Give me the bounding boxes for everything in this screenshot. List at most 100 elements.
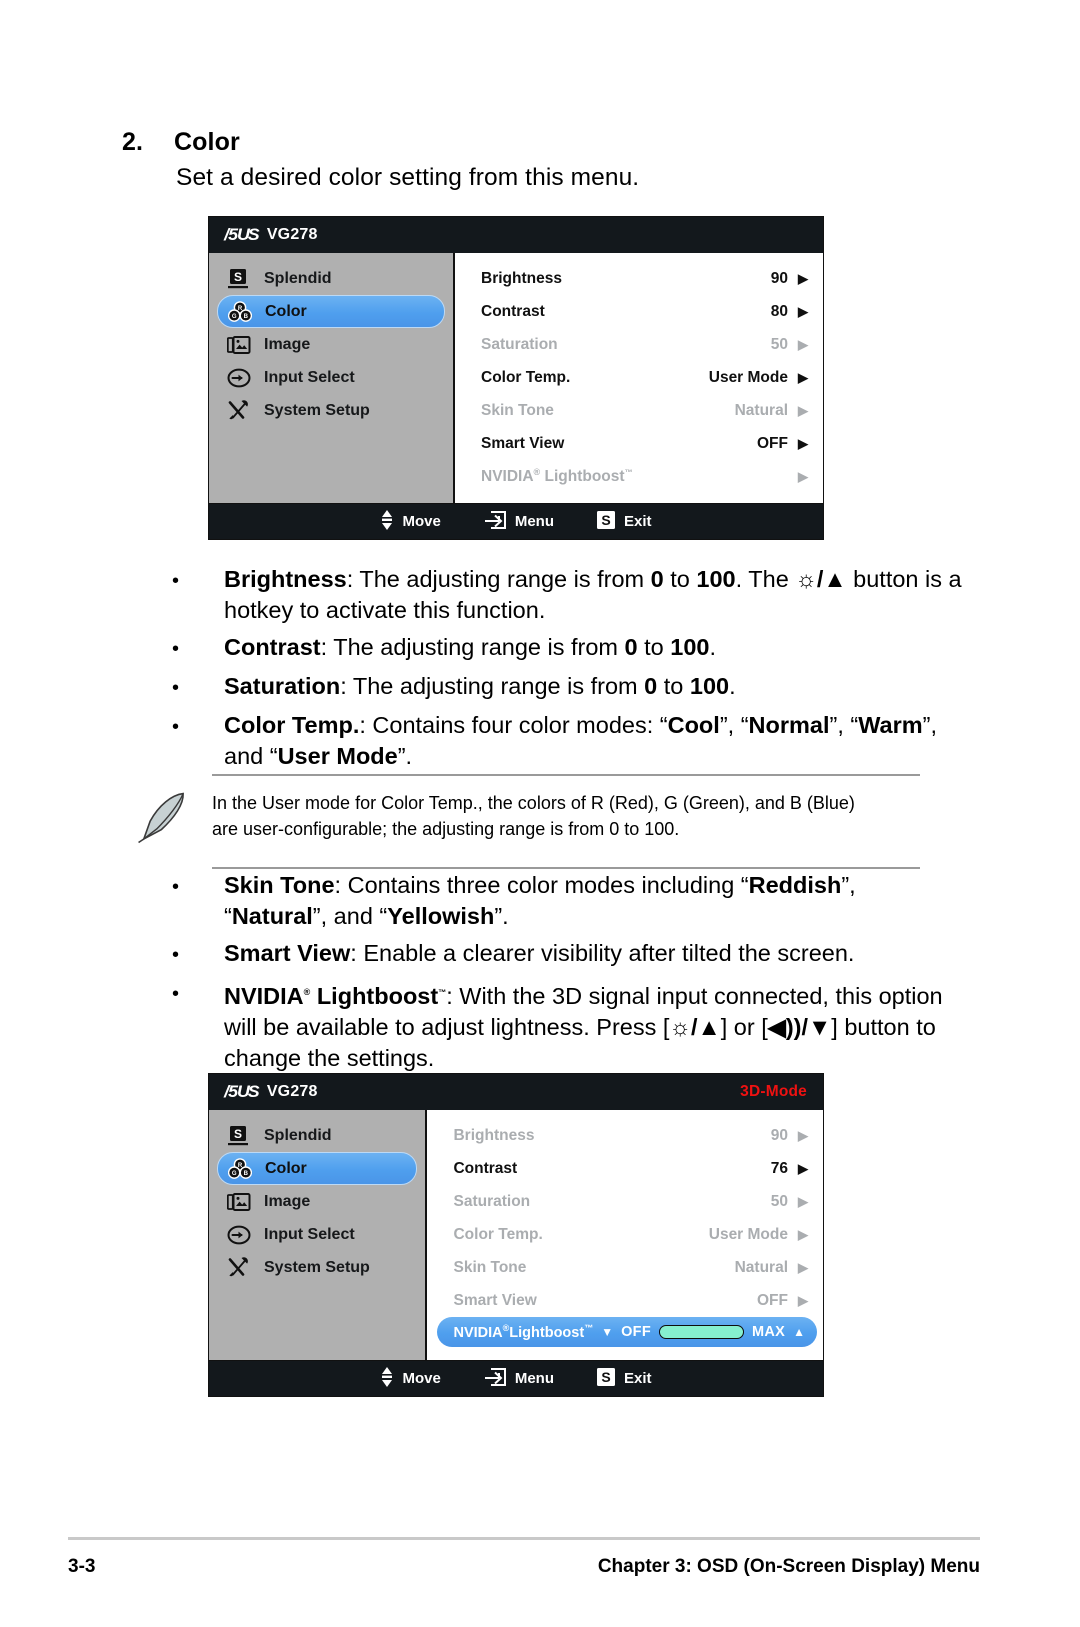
sidebar-item-image[interactable]: Image: [217, 328, 445, 361]
chevron-right-icon[interactable]: ▶: [797, 371, 809, 384]
setting-value: OFF: [757, 434, 788, 452]
setting-value: 50: [770, 335, 788, 353]
sidebar-item-input-select[interactable]: Input Select: [217, 1218, 417, 1251]
note-bottom-rule: [212, 867, 920, 869]
bullet-point-icon: •: [172, 716, 180, 738]
osd-settings-panel-2: Brightness 90 ▶ Contrast 76 ▶ Saturation 50 ▶ Col…: [427, 1110, 823, 1360]
asus-logo-icon: /5US: [224, 1082, 259, 1101]
section-heading: 2. Color: [122, 128, 240, 157]
setting-row-skin-tone[interactable]: Skin Tone Natural ▶: [427, 1251, 823, 1284]
svg-text:S: S: [601, 1369, 610, 1385]
lightboost-slider[interactable]: [658, 1325, 744, 1339]
input-select-icon: [225, 367, 253, 389]
setting-row-nvidia-lightboost[interactable]: NVIDIA® Lightboost™ ▶: [455, 460, 823, 493]
manual-page: 2. Color Set a desired color setting fro…: [0, 0, 1080, 1627]
sidebar-item-image[interactable]: Image: [217, 1185, 417, 1218]
setting-row-brightness[interactable]: Brightness 90 ▶: [427, 1119, 823, 1152]
chevron-right-icon[interactable]: ▶: [797, 1294, 809, 1307]
chevron-right-icon[interactable]: ▶: [797, 305, 809, 318]
sidebar-item-system-setup[interactable]: System Setup: [217, 394, 445, 427]
osd-menu-screenshot-2: /5US VG278 3D-Mode S Splendid R G B Color…: [208, 1073, 824, 1397]
setting-label: Contrast: [453, 1159, 518, 1177]
setting-value: Natural: [734, 1258, 788, 1276]
image-icon: [225, 334, 253, 356]
asus-logo-icon: /5US: [224, 225, 259, 244]
sidebar-item-system-setup[interactable]: System Setup: [217, 1251, 417, 1284]
setting-row-skin-tone[interactable]: Skin Tone Natural ▶: [455, 394, 823, 427]
bullet-nvidia-lightboost: • NVIDIA® Lightboost™: With the 3D signa…: [172, 977, 962, 1074]
up-down-arrows-icon: [380, 1366, 394, 1392]
chevron-right-icon[interactable]: ▶: [797, 338, 809, 351]
chevron-right-icon[interactable]: ▶: [797, 404, 809, 417]
sidebar-item-label: Color: [265, 1159, 307, 1177]
osd-footer-label: Menu: [514, 1370, 554, 1387]
setting-label: NVIDIA® Lightboost™: [481, 466, 633, 486]
setting-row-saturation[interactable]: Saturation 50 ▶: [455, 328, 823, 361]
setting-label: Saturation: [453, 1192, 531, 1210]
sidebar-item-input-select[interactable]: Input Select: [217, 361, 445, 394]
svg-text:S: S: [601, 512, 610, 528]
sidebar-item-label: Splendid: [264, 1126, 332, 1144]
osd-footer-exit[interactable]: S Exit: [596, 510, 652, 534]
bullet-smart-view: • Smart View: Enable a clearer visibilit…: [172, 938, 962, 971]
svg-text:G: G: [232, 314, 237, 320]
setting-value: 80: [770, 302, 788, 320]
setting-row-color-temp[interactable]: Color Temp. User Mode ▶: [427, 1218, 823, 1251]
sidebar-item-color[interactable]: R G B Color: [217, 1152, 418, 1185]
lightboost-label: NVIDIA®Lightboost™: [453, 1323, 594, 1341]
sidebar-item-splendid[interactable]: S Splendid: [217, 262, 445, 295]
osd-footer-move[interactable]: Move: [380, 1366, 441, 1392]
setting-row-smart-view[interactable]: Smart View OFF ▶: [455, 427, 823, 460]
setting-row-contrast[interactable]: Contrast 80 ▶: [455, 295, 823, 328]
osd-footer-menu[interactable]: Menu: [483, 1367, 554, 1391]
chevron-right-icon[interactable]: ▶: [797, 272, 809, 285]
setting-label: Skin Tone: [453, 1258, 527, 1276]
osd-footer-label: Menu: [514, 513, 554, 530]
setting-row-nvidia-lightboost-slider[interactable]: NVIDIA®Lightboost™ ▼ OFF MAX ▲: [437, 1317, 817, 1347]
setting-row-saturation[interactable]: Saturation 50 ▶: [427, 1185, 823, 1218]
system-setup-icon: [225, 1256, 253, 1279]
svg-text:R: R: [238, 306, 243, 312]
setting-row-contrast[interactable]: Contrast 76 ▶: [427, 1152, 823, 1185]
bullet-point-icon: •: [172, 983, 180, 1005]
setting-row-smart-view[interactable]: Smart View OFF ▶: [427, 1284, 823, 1317]
osd-body-2: S Splendid R G B Color Image Input Select…: [209, 1110, 823, 1360]
note-box: In the User mode for Color Temp., the co…: [130, 774, 920, 869]
setting-label: Color Temp.: [481, 368, 571, 386]
chevron-right-icon[interactable]: ▶: [797, 1261, 809, 1274]
osd-footer-menu[interactable]: Menu: [483, 510, 554, 534]
sidebar-item-splendid[interactable]: S Splendid: [217, 1119, 417, 1152]
osd-sidebar-2: S Splendid R G B Color Image Input Select…: [209, 1110, 428, 1360]
bullet-color-temp: • Color Temp.: Contains four color modes…: [172, 710, 962, 772]
pencil-icon: [130, 786, 212, 859]
sidebar-item-color[interactable]: R G B Color: [217, 295, 445, 328]
osd-body: S Splendid R G B Color Image Input Select…: [209, 253, 823, 503]
setting-row-color-temp[interactable]: Color Temp. User Mode ▶: [455, 361, 823, 394]
setting-value: Natural: [734, 401, 788, 419]
sidebar-item-label: Splendid: [264, 269, 332, 287]
bullet-list-group-1: • Brightness: The adjusting range is fro…: [172, 564, 962, 778]
bullet-list-group-2: • Skin Tone: Contains three color modes …: [172, 870, 962, 1080]
page-title: Color: [174, 128, 240, 156]
note-line-1: In the User mode for Color Temp., the co…: [212, 793, 855, 813]
sidebar-item-label: Color: [265, 302, 307, 320]
up-down-arrows-icon: [380, 509, 394, 535]
setting-label: Skin Tone: [481, 401, 554, 419]
osd-footer-exit[interactable]: S Exit: [596, 1367, 652, 1391]
svg-text:S: S: [234, 1127, 242, 1141]
footer-divider: [68, 1537, 980, 1540]
osd-footer-move[interactable]: Move: [380, 509, 441, 535]
increase-arrow-icon[interactable]: ▲: [793, 1325, 805, 1339]
osd-settings-panel: Brightness 90 ▶ Contrast 80 ▶ Saturation 50 ▶ Col…: [455, 253, 823, 503]
chevron-right-icon[interactable]: ▶: [797, 1129, 809, 1142]
setting-row-brightness[interactable]: Brightness 90 ▶: [455, 262, 823, 295]
chevron-right-icon[interactable]: ▶: [797, 437, 809, 450]
chevron-right-icon[interactable]: ▶: [797, 470, 809, 483]
svg-text:B: B: [244, 314, 249, 320]
decrease-arrow-icon[interactable]: ▼: [601, 1325, 613, 1339]
chevron-right-icon[interactable]: ▶: [797, 1195, 809, 1208]
chevron-right-icon[interactable]: ▶: [797, 1228, 809, 1241]
image-icon: [225, 1191, 253, 1213]
chevron-right-icon[interactable]: ▶: [797, 1162, 809, 1175]
bullet-text: Smart View: Enable a clearer visibility …: [224, 940, 855, 966]
